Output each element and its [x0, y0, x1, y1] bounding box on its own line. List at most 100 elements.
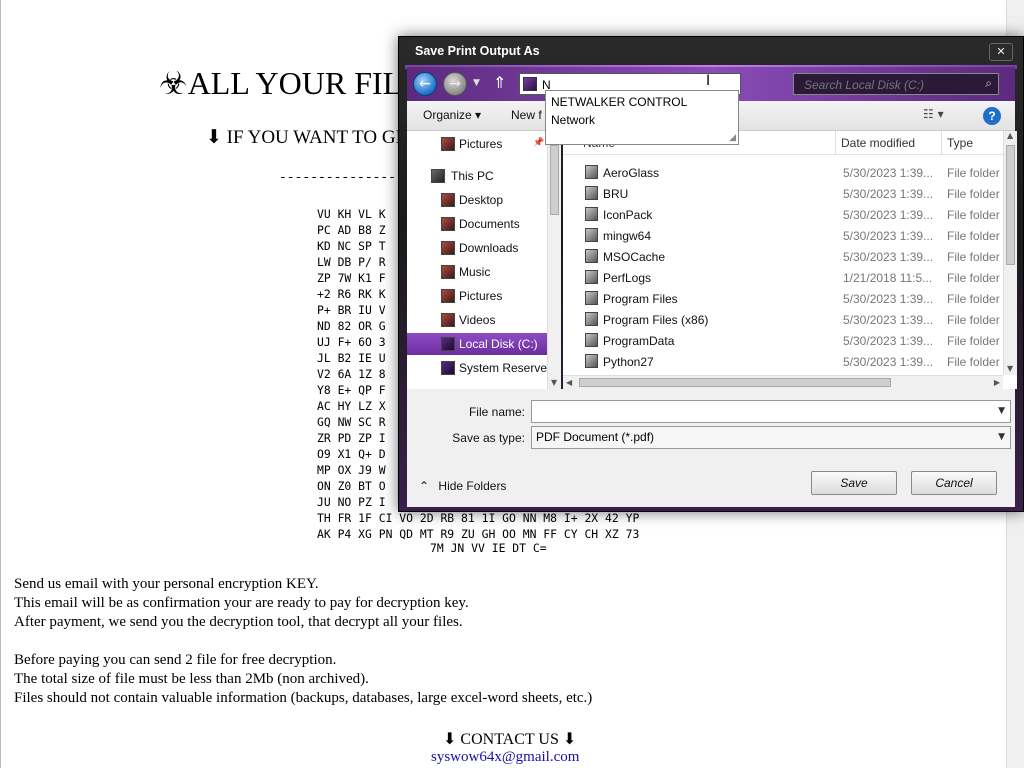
nav-item-pictures[interactable]: Pictures [407, 285, 547, 307]
file-row[interactable]: mingw64 5/30/2023 1:39... File folder [563, 225, 1003, 246]
file-name: BRU [603, 187, 629, 201]
file-row[interactable]: MSOCache 5/30/2023 1:39... File folder [563, 246, 1003, 267]
nav-item-label: Music [459, 265, 491, 279]
search-input[interactable] [804, 76, 972, 93]
folder-icon [585, 207, 598, 221]
pin-icon[interactable]: 📌 [533, 137, 544, 148]
resize-grip-icon[interactable]: ◢ [729, 133, 736, 143]
scroll-down-icon[interactable]: ▼ [551, 378, 557, 387]
file-type: File folder [947, 208, 1000, 222]
cancel-button[interactable]: Cancel [911, 471, 997, 495]
nav-item-label: Pictures [459, 289, 503, 303]
up-folder-icon[interactable]: ⇑ [493, 73, 506, 92]
key-line: TH FR 1F CI VO 2D RB 81 1I GO NN M8 I+ 2… [317, 511, 640, 525]
save-as-type-label: Save as type: [452, 431, 525, 445]
view-options-icon[interactable]: ☷ ▾ [923, 107, 944, 121]
file-type: File folder [947, 355, 1000, 369]
encryption-key-tail: 7M JN VV IE DT C= [430, 541, 547, 555]
nav-item-label: Downloads [459, 241, 519, 255]
navigation-pane: Pictures 📌 This PC Desktop Documents Dow… [407, 131, 547, 389]
close-button[interactable]: ✕ [989, 43, 1013, 61]
file-name: mingw64 [603, 229, 652, 243]
music-folder-icon [441, 265, 455, 279]
file-date-modified: 5/30/2023 1:39... [843, 250, 934, 264]
folder-icon [585, 291, 598, 305]
scroll-left-icon[interactable]: ◀ [566, 378, 572, 387]
nav-item-documents[interactable]: Documents [407, 213, 547, 235]
nav-item-local-disk[interactable]: Local Disk (C:) [407, 333, 547, 355]
folder-icon [585, 312, 598, 326]
contact-heading: ⬇ CONTACT US ⬇ [443, 731, 577, 748]
file-hscroll-thumb[interactable] [579, 378, 891, 387]
scroll-right-icon[interactable]: ▶ [994, 378, 1000, 387]
nav-item-downloads[interactable]: Downloads [407, 237, 547, 259]
file-name-field[interactable]: ▼ [531, 400, 1011, 423]
nav-scroll-thumb[interactable] [550, 145, 559, 215]
file-row[interactable]: ProgramData 5/30/2023 1:39... File folder [563, 330, 1003, 351]
nav-scrollbar[interactable]: ▲ ▼ [547, 131, 561, 389]
save-as-type-value: PDF Document (*.pdf) [536, 430, 655, 444]
save-options-panel: File name: ▼ Save as type: PDF Document … [407, 389, 1015, 507]
instruction-line: Before paying you can send 2 file for fr… [14, 652, 337, 668]
nav-item-videos[interactable]: Videos [407, 309, 547, 331]
column-type[interactable]: Type [947, 136, 973, 150]
folder-icon [585, 228, 598, 242]
nav-item-this-pc[interactable]: This PC [407, 165, 547, 187]
scroll-down-icon[interactable]: ▼ [1007, 364, 1013, 373]
file-row[interactable]: Program Files (x86) 5/30/2023 1:39... File… [563, 309, 1003, 330]
contact-email-link[interactable]: syswow64x@gmail.com [431, 749, 579, 766]
file-date-modified: 1/21/2018 11:5... [843, 271, 933, 285]
file-type: File folder [947, 229, 1000, 243]
save-as-type-select[interactable]: PDF Document (*.pdf) ▼ [531, 426, 1011, 449]
scroll-up-icon[interactable]: ▲ [1007, 131, 1013, 140]
nav-item-pictures-quick[interactable]: Pictures 📌 [407, 133, 547, 155]
file-date-modified: 5/30/2023 1:39... [843, 166, 934, 180]
column-date-modified[interactable]: Date modified [841, 136, 915, 150]
dialog-titlebar[interactable]: Save Print Output As ✕ [399, 37, 1023, 65]
organize-button[interactable]: Organize ▾ [423, 108, 481, 122]
hide-folders-button[interactable]: ⌃ Hide Folders [419, 479, 506, 493]
nav-item-desktop[interactable]: Desktop [407, 189, 547, 211]
file-row[interactable]: AeroGlass 5/30/2023 1:39... File folder [563, 162, 1003, 183]
column-separator[interactable] [941, 131, 942, 155]
recent-locations-icon[interactable]: ▼ [473, 78, 480, 88]
folder-icon [585, 249, 598, 263]
file-type: File folder [947, 334, 1000, 348]
drive-icon [441, 337, 455, 351]
file-vscroll-thumb[interactable] [1006, 145, 1015, 265]
chevron-down-icon[interactable]: ▼ [998, 427, 1005, 448]
autocomplete-item[interactable]: Network [551, 111, 595, 129]
downloads-folder-icon [441, 241, 455, 255]
file-row[interactable]: BRU 5/30/2023 1:39... File folder [563, 183, 1003, 204]
forward-button[interactable]: → [443, 72, 467, 96]
videos-folder-icon [441, 313, 455, 327]
file-row[interactable]: IconPack 5/30/2023 1:39... File folder [563, 204, 1003, 225]
back-button[interactable]: ← [413, 72, 437, 96]
folder-icon [585, 186, 598, 200]
new-folder-button[interactable]: New f [511, 108, 542, 122]
chevron-down-icon[interactable]: ▼ [998, 401, 1005, 422]
column-separator[interactable] [835, 131, 836, 155]
file-type: File folder [947, 271, 1000, 285]
nav-item-music[interactable]: Music [407, 261, 547, 283]
file-row[interactable]: Program Files 5/30/2023 1:39... File folde… [563, 288, 1003, 309]
save-button[interactable]: Save [811, 471, 897, 495]
file-name: Program Files (x86) [603, 313, 709, 327]
pictures-folder-icon [441, 289, 455, 303]
desktop-folder-icon [441, 193, 455, 207]
note-title: ☣ALL YOUR FIL [159, 65, 403, 101]
file-row[interactable]: Python27 5/30/2023 1:39... File folder [563, 351, 1003, 372]
nav-item-label: Videos [459, 313, 496, 327]
file-date-modified: 5/30/2023 1:39... [843, 229, 934, 243]
documents-folder-icon [441, 217, 455, 231]
autocomplete-item[interactable]: NETWALKER CONTROL [551, 93, 687, 111]
search-icon[interactable]: ⌕ [985, 76, 992, 91]
file-name: Program Files [603, 292, 678, 306]
search-box[interactable]: ⌕ [793, 73, 999, 95]
help-icon[interactable]: ? [983, 107, 1001, 125]
file-vertical-scrollbar[interactable]: ▲ ▼ [1003, 131, 1017, 375]
file-row[interactable]: PerfLogs 1/21/2018 11:5... File folder [563, 267, 1003, 288]
nav-item-system-reserved[interactable]: System Reserved [407, 357, 547, 379]
file-name-label: File name: [468, 405, 525, 419]
file-horizontal-scrollbar[interactable]: ◀ ▶ [563, 375, 1003, 389]
